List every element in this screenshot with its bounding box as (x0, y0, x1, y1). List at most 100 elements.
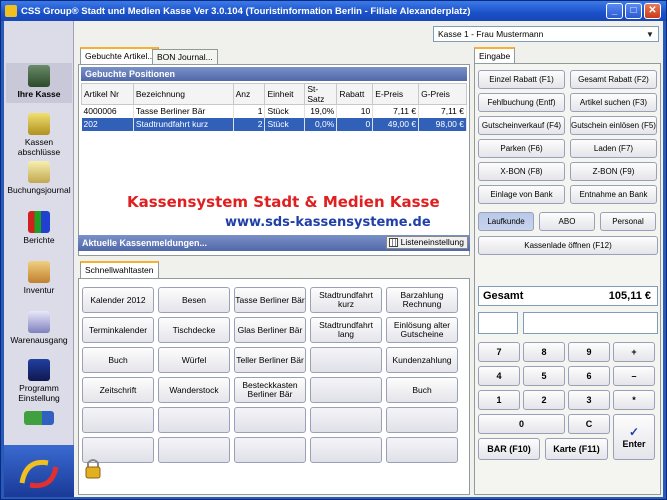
einlage-bank-button[interactable]: Einlage von Bank (478, 185, 565, 204)
x-bon-button[interactable]: X-BON (F8) (478, 162, 565, 181)
quick-button[interactable] (234, 407, 306, 433)
sidebar-item-ihre-kasse[interactable]: Ihre Kasse (6, 63, 72, 103)
personal-button[interactable]: Personal (600, 212, 656, 231)
quick-button[interactable] (310, 407, 382, 433)
sidebar-item-buchungsjournal[interactable]: Buchungsjournal (6, 161, 72, 197)
artikel-suchen-button[interactable]: Artikel suchen (F3) (570, 93, 657, 112)
table-row[interactable]: 4000006 Tasse Berliner Bär 1 Stück 19,0%… (81, 104, 467, 118)
key-1[interactable]: 1 (478, 390, 520, 410)
card-payment-button[interactable]: Karte (F11) (545, 438, 608, 460)
key-7[interactable]: 7 (478, 342, 520, 362)
col-e-preis[interactable]: E-Preis (372, 83, 420, 105)
quantity-field[interactable] (478, 312, 518, 334)
quick-button[interactable] (234, 437, 306, 463)
quick-button[interactable]: Kundenzahlung (386, 347, 458, 373)
gesamt-rabatt-button[interactable]: Gesamt Rabatt (F2) (570, 70, 657, 89)
quick-button[interactable]: Glas Berliner Bär (234, 317, 306, 343)
quick-button[interactable] (310, 437, 382, 463)
quick-button[interactable] (386, 437, 458, 463)
quick-button[interactable]: Besen (158, 287, 230, 313)
laufkunde-button[interactable]: Laufkunde (478, 212, 534, 231)
entnahme-bank-button[interactable]: Entnahme an Bank (570, 185, 657, 204)
key-3[interactable]: 3 (568, 390, 610, 410)
key-plus[interactable]: + (613, 342, 655, 362)
col-artikel-nr[interactable]: Artikel Nr (81, 83, 134, 105)
quick-button[interactable]: Tischdecke (158, 317, 230, 343)
sidebar-item-inventur[interactable]: Inventur (6, 261, 72, 297)
minimize-button[interactable]: _ (606, 3, 623, 19)
promo-url[interactable]: www.sds-kassensysteme.de (225, 215, 431, 230)
maximize-button[interactable]: □ (625, 3, 642, 19)
sidebar-item-kassenabschluesse[interactable]: Kassen abschlüsse (6, 113, 72, 157)
quick-button[interactable] (158, 437, 230, 463)
sidebar-item-warenausgang[interactable]: Warenausgang (6, 311, 72, 347)
col-rabatt[interactable]: Rabatt (336, 83, 374, 105)
sidebar-extra-tools[interactable] (6, 411, 72, 427)
sidebar-item-programm-einstellung[interactable]: Programm Einstellung (6, 359, 72, 405)
col-st-satz[interactable]: St-Satz (304, 83, 338, 105)
quick-button[interactable]: Zeitschrift (82, 377, 154, 403)
client-area: Ihre Kasse Kassen abschlüsse Buchungsjou… (4, 21, 663, 497)
einzel-rabatt-button[interactable]: Einzel Rabatt (F1) (478, 70, 565, 89)
tab-eingabe[interactable]: Eingabe (474, 47, 516, 64)
quick-button[interactable]: Besteckkasten Berliner Bär (234, 377, 306, 403)
quick-button[interactable]: Terminkalender (82, 317, 154, 343)
col-bezeichnung[interactable]: Bezeichnung (132, 83, 234, 105)
col-anz[interactable]: Anz (232, 83, 266, 105)
quick-button[interactable] (82, 407, 154, 433)
laden-button[interactable]: Laden (F7) (570, 139, 657, 158)
input-field[interactable] (523, 312, 658, 334)
abo-button[interactable]: ABO (539, 212, 595, 231)
quick-button[interactable]: Stadtrundfahrt kurz (310, 287, 382, 313)
table-row[interactable]: 202 Stadtrundfahrt kurz 2 Stück 0,0% 0 4… (81, 117, 467, 131)
lock-icon[interactable] (84, 457, 102, 479)
fehlbuchung-button[interactable]: Fehlbuchung (Entf) (478, 93, 565, 112)
main-area: Gebuchte Artikel... BON Journal... Gebuc… (78, 47, 470, 495)
key-c[interactable]: C (568, 414, 610, 434)
col-einheit[interactable]: Einheit (264, 83, 306, 105)
key-multiply[interactable]: * (613, 390, 655, 410)
cell-st-satz: 0,0% (304, 117, 338, 131)
cash-register-icon (28, 113, 50, 135)
quick-button[interactable] (158, 407, 230, 433)
key-minus[interactable]: – (613, 366, 655, 386)
enter-button[interactable]: ✓ Enter (613, 414, 655, 460)
close-button[interactable]: ✕ (644, 3, 661, 19)
quick-button[interactable]: Kalender 2012 (82, 287, 154, 313)
key-9[interactable]: 9 (568, 342, 610, 362)
quick-button[interactable]: Buch (82, 347, 154, 373)
parken-button[interactable]: Parken (F6) (478, 139, 565, 158)
sidebar-item-berichte[interactable]: Berichte (6, 211, 72, 247)
quick-button[interactable]: Einlösung alter Gutscheine (386, 317, 458, 343)
gutschein-einloesen-button[interactable]: Gutschein einlösen (F5) (570, 116, 657, 135)
key-0[interactable]: 0 (478, 414, 565, 434)
key-5[interactable]: 5 (523, 366, 565, 386)
quick-button[interactable] (310, 377, 382, 403)
quick-button[interactable] (386, 407, 458, 433)
tab-gebuchte-artikel[interactable]: Gebuchte Artikel... (80, 47, 160, 65)
sidebar-item-label: Ihre Kasse (17, 89, 61, 99)
quick-button[interactable]: Stadtrundfahrt lang (310, 317, 382, 343)
quick-button[interactable]: Tasse Berliner Bär (234, 287, 306, 313)
kasse-select[interactable]: Kasse 1 - Frau Mustermann ▼ (433, 26, 659, 42)
gutscheinverkauf-button[interactable]: Gutscheinverkauf (F4) (478, 116, 565, 135)
sidebar-item-label: Berichte (23, 235, 55, 245)
quick-button[interactable]: Barzahlung Rechnung (386, 287, 458, 313)
quick-button[interactable]: Würfel (158, 347, 230, 373)
bar-payment-button[interactable]: BAR (F10) (478, 438, 540, 460)
quick-button[interactable]: Wanderstock (158, 377, 230, 403)
tab-bon-journal[interactable]: BON Journal... (152, 49, 218, 65)
kassenlade-oeffnen-button[interactable]: Kassenlade öffnen (F12) (478, 236, 658, 255)
quick-button[interactable]: Buch (386, 377, 458, 403)
key-6[interactable]: 6 (568, 366, 610, 386)
key-2[interactable]: 2 (523, 390, 565, 410)
tab-schnellwahltasten[interactable]: Schnellwahltasten (80, 261, 159, 279)
col-g-preis[interactable]: G-Preis (418, 83, 467, 105)
z-bon-button[interactable]: Z-BON (F9) (570, 162, 657, 181)
total-display: Gesamt 105,11 € (478, 286, 658, 306)
key-8[interactable]: 8 (523, 342, 565, 362)
quick-button[interactable] (310, 347, 382, 373)
list-settings-button[interactable]: Listeneinstellung (385, 236, 468, 249)
quick-button[interactable]: Teller Berliner Bär (234, 347, 306, 373)
key-4[interactable]: 4 (478, 366, 520, 386)
